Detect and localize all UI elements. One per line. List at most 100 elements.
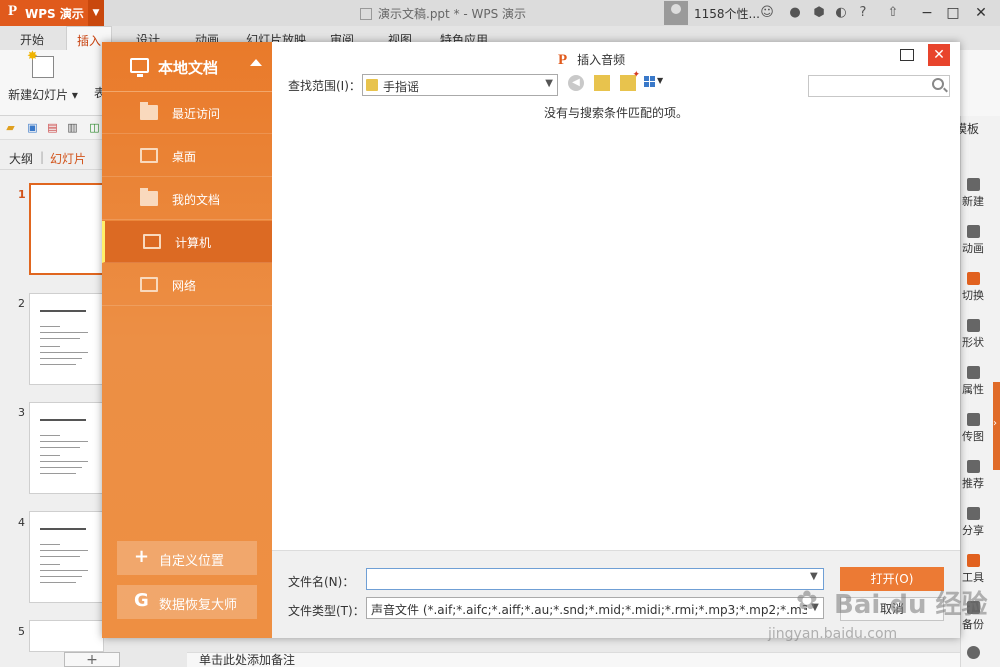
thumb-line — [40, 332, 88, 333]
print-preview-icon[interactable]: ◫ — [88, 121, 101, 134]
wps-logo-icon: P — [8, 3, 18, 19]
search-input[interactable] — [808, 75, 950, 97]
chevron-down-icon[interactable]: ▼ — [88, 0, 104, 26]
sidebar-title: 本地文档 — [158, 59, 219, 77]
thumb-line — [40, 352, 88, 353]
thumb-line — [40, 447, 80, 448]
open-icon[interactable]: ▰ — [4, 121, 17, 134]
thumb-line — [40, 338, 80, 339]
view-menu-icon[interactable]: ▼ — [644, 75, 666, 91]
file-type-value: 声音文件 (*.aif;*.aifc;*.aiff;*.au;*.snd;*.m… — [371, 603, 824, 617]
slide-number: 2 — [18, 297, 25, 310]
search-icon[interactable] — [932, 78, 944, 90]
slide-thumbnail-1[interactable] — [29, 183, 104, 275]
new-folder-icon[interactable] — [620, 70, 640, 91]
tools-icon — [966, 554, 980, 567]
thumb-line — [40, 364, 76, 365]
panel-new[interactable]: 新建 — [960, 178, 986, 209]
new-slide-button[interactable]: 新建幻灯片 ▾ — [8, 49, 78, 112]
print-icon[interactable]: ▥ — [66, 121, 79, 134]
dialog-close-button[interactable]: ✕ — [928, 44, 950, 66]
panel-properties[interactable]: 属性 — [960, 366, 986, 397]
panel-share[interactable]: 分享 — [960, 507, 986, 538]
thumb-line — [40, 550, 88, 551]
smiley-icon[interactable]: ☺ — [758, 4, 776, 22]
dialog-sidebar: 本地文档 最近访问 桌面 我的文档 计算机 网络 + 自定义位置 G 数据恢复大… — [102, 42, 272, 638]
skin-icon[interactable]: ● — [786, 4, 804, 22]
look-in-dropdown[interactable]: 手指谣 ▼ — [362, 74, 558, 96]
collapse-icon[interactable] — [250, 59, 262, 66]
pane-tab-separator: | — [40, 150, 45, 164]
back-icon[interactable]: ◀ — [568, 75, 584, 91]
up-folder-icon[interactable] — [594, 75, 610, 91]
data-recovery-button[interactable]: G 数据恢复大师 — [117, 585, 257, 619]
panel-animation[interactable]: 动画 — [960, 225, 986, 256]
custom-location-label: 自定义位置 — [159, 554, 225, 569]
shape-icon — [966, 319, 980, 332]
add-slide-button[interactable]: + — [64, 652, 120, 667]
tab-home[interactable]: 开始 — [20, 31, 44, 48]
thumb-line — [40, 570, 88, 571]
thumb-line — [40, 576, 82, 577]
slide-number: 4 — [18, 516, 25, 529]
sidebar-item-label: 最近访问 — [172, 107, 221, 121]
folder-icon — [140, 188, 158, 206]
tab-outline[interactable]: 大纲 — [9, 150, 33, 167]
settings-icon[interactable]: ⬢ — [810, 4, 828, 22]
local-documents-header[interactable]: 本地文档 — [102, 42, 272, 92]
properties-icon — [966, 366, 980, 379]
panel-shape[interactable]: 形状 — [960, 319, 986, 350]
watermark-brand: Bai du 经验 — [834, 590, 988, 620]
chevron-down-icon[interactable]: ▼ — [545, 78, 553, 89]
file-type-select[interactable]: 声音文件 (*.aif;*.aifc;*.aiff;*.au;*.snd;*.m… — [366, 597, 824, 619]
help-icon[interactable]: ? — [854, 4, 872, 22]
new-slide-icon — [27, 49, 54, 78]
avatar[interactable] — [664, 1, 688, 25]
close-window-button[interactable]: ✕ — [966, 0, 996, 26]
dialog-maximize-button[interactable] — [900, 49, 914, 61]
recommend-icon — [966, 460, 980, 473]
panel-collapse-handle[interactable] — [993, 382, 1000, 470]
tab-slides[interactable]: 幻灯片 — [50, 150, 86, 167]
maximize-button[interactable]: □ — [938, 0, 968, 26]
file-name-input[interactable] — [366, 568, 824, 590]
thumb-line — [40, 467, 82, 468]
paw-logo-icon: ✿ — [796, 586, 818, 616]
panel-transition[interactable]: 切换 — [960, 272, 986, 303]
slide-thumbnail-5[interactable] — [29, 620, 104, 652]
slide-thumbnail-2[interactable] — [29, 293, 104, 385]
sidebar-item-computer[interactable]: 计算机 — [102, 221, 272, 263]
sidebar-item-label: 网络 — [172, 279, 197, 293]
upload-icon[interactable]: ⇧ — [884, 4, 902, 22]
sidebar-item-my-documents[interactable]: 我的文档 — [102, 178, 272, 220]
empty-message: 没有与搜索条件匹配的项。 — [543, 106, 688, 120]
panel-send-image[interactable]: 传图 — [960, 413, 986, 444]
slide-thumbnail-3[interactable] — [29, 402, 104, 494]
computer-icon — [143, 234, 161, 249]
panel-recommend[interactable]: 推荐 — [960, 460, 986, 491]
user-name[interactable]: 1158个性... — [694, 5, 760, 22]
sidebar-item-network[interactable]: 网络 — [102, 264, 272, 306]
custom-location-button[interactable]: + 自定义位置 — [117, 541, 257, 575]
file-list[interactable]: 没有与搜索条件匹配的项。 — [272, 102, 960, 552]
thumb-line — [40, 582, 76, 583]
export-pdf-icon[interactable]: ▤ — [46, 121, 59, 134]
thumb-title — [40, 310, 86, 312]
folder-icon — [366, 79, 378, 91]
sidebar-item-desktop[interactable]: 桌面 — [102, 135, 272, 177]
slide-number: 1 — [18, 188, 26, 201]
thumb-line — [40, 441, 88, 442]
pane-tabs: 大纲 | 幻灯片 — [0, 140, 104, 170]
share-icon — [966, 507, 980, 520]
monitor-icon — [130, 58, 149, 77]
thumb-line — [40, 326, 60, 327]
thumb-line — [40, 564, 60, 565]
feedback-icon[interactable]: ◐ — [832, 4, 850, 22]
panel-label: 形状 — [962, 336, 984, 349]
sidebar-item-label: 计算机 — [175, 236, 212, 250]
app-menu-button[interactable]: P WPS 演示 ▼ — [0, 0, 104, 26]
save-icon[interactable]: ▣ — [26, 121, 39, 134]
recovery-icon: G — [134, 590, 149, 611]
slide-thumbnail-4[interactable] — [29, 511, 104, 603]
sidebar-item-recent[interactable]: 最近访问 — [102, 92, 272, 134]
